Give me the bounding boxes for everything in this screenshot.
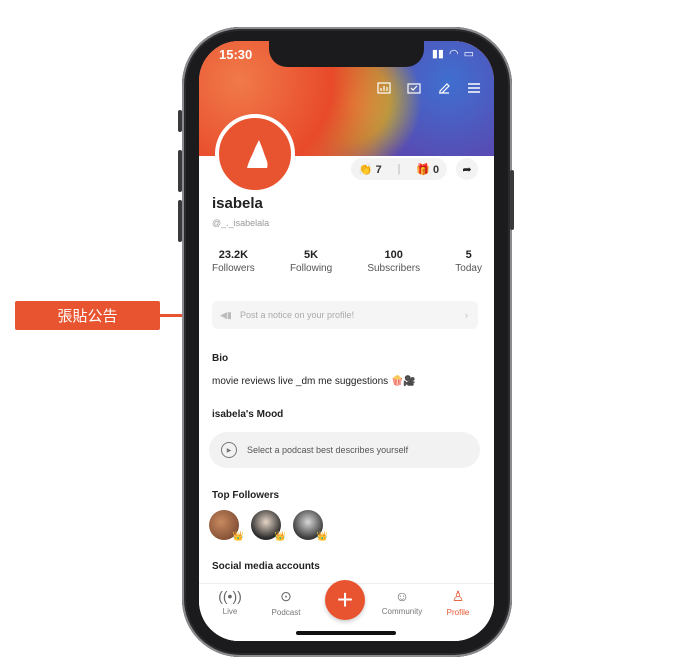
- follower-avatar[interactable]: 👑: [251, 510, 286, 541]
- avatar[interactable]: [215, 114, 295, 194]
- mood-title: isabela's Mood: [212, 409, 284, 420]
- tab-label: Live: [222, 607, 238, 616]
- live-icon: ((•)): [218, 588, 242, 604]
- tab-profile[interactable]: ♙ Profile: [433, 588, 483, 617]
- stat-following[interactable]: 5K Following: [290, 249, 332, 274]
- tab-live[interactable]: ((•)) Live: [205, 588, 255, 616]
- tab-label: Podcast: [271, 608, 301, 617]
- home-indicator: [296, 631, 396, 635]
- tab-label: Profile: [446, 608, 470, 617]
- stats-row: 23.2K Followers 5K Following 100 Subscriber…: [212, 249, 482, 274]
- stat-followers[interactable]: 23.2K Followers: [212, 249, 255, 274]
- stat-label: Subscribers: [367, 263, 421, 274]
- reactions-pill[interactable]: 👏 7 | 🎁 0: [351, 158, 447, 180]
- podcast-icon: ⊙: [280, 588, 292, 604]
- tab-podcast[interactable]: ⊙ Podcast: [261, 588, 311, 617]
- status-time: 15:30: [219, 47, 253, 62]
- stat-value: 5K: [304, 249, 319, 261]
- header-actions: [376, 81, 482, 95]
- play-icon: ▶: [221, 442, 237, 458]
- callout-label: 張貼公告: [15, 301, 160, 330]
- menu-icon[interactable]: [466, 81, 482, 95]
- tab-community[interactable]: ☺ Community: [377, 588, 427, 616]
- gift-count: 🎁 0: [416, 163, 439, 176]
- plus-icon: +: [336, 584, 354, 615]
- avatar-logo-icon: [247, 140, 268, 168]
- callout-text: 張貼公告: [57, 308, 118, 325]
- crown-icon: 👑: [316, 531, 328, 541]
- bio-title: Bio: [212, 353, 229, 364]
- profile-handle: @_._isabelala: [212, 218, 270, 228]
- like-count: 👏 7: [358, 163, 382, 176]
- calendar-icon[interactable]: [406, 81, 422, 95]
- mood-selector[interactable]: ▶ Select a podcast best describes yourse…: [209, 432, 480, 468]
- chevron-right-icon: ›: [465, 310, 468, 320]
- gift-value: 0: [432, 163, 440, 176]
- status-icons: ▮▮ ◠ ▭: [432, 47, 474, 60]
- app-screen: 15:30 ▮▮ ◠ ▭ 👏 7 | 🎁 0 ➦ isabela @_._isa…: [199, 41, 494, 641]
- share-button[interactable]: ➦: [456, 158, 478, 180]
- follower-avatar[interactable]: 👑: [293, 510, 328, 541]
- stat-label: Following: [289, 263, 333, 274]
- divider: |: [397, 163, 401, 175]
- notch: [269, 41, 424, 67]
- community-icon: ☺: [394, 588, 410, 604]
- stat-label: Followers: [212, 263, 255, 274]
- crown-icon: 👑: [232, 531, 244, 541]
- megaphone-icon: ◀▮: [220, 309, 232, 320]
- wifi-icon: ◠: [448, 48, 459, 60]
- tab-label: Community: [381, 607, 423, 616]
- stat-label: Today: [455, 263, 482, 274]
- like-value: 7: [375, 163, 382, 176]
- profile-icon: ♙: [451, 588, 465, 604]
- gift-icon: 🎁: [416, 163, 430, 176]
- crown-icon: 👑: [274, 531, 286, 541]
- signal-icon: ▮▮: [431, 48, 444, 60]
- stat-value: 23.2K: [218, 249, 249, 261]
- stat-value: 5: [465, 249, 472, 261]
- phone-button: [178, 150, 182, 192]
- stat-value: 100: [384, 249, 403, 261]
- bio-text: movie reviews live _dm me suggestions 🍿🎥: [212, 376, 416, 387]
- notice-input[interactable]: ◀▮ Post a notice on your profile! ›: [212, 301, 478, 329]
- stat-subscribers[interactable]: 100 Subscribers: [367, 249, 420, 274]
- create-button[interactable]: +: [325, 580, 365, 620]
- phone-button: [178, 110, 182, 132]
- phone-button: [178, 200, 182, 242]
- phone-button: [510, 170, 514, 230]
- stat-today[interactable]: 5 Today: [455, 249, 482, 274]
- share-icon: ➦: [462, 163, 472, 176]
- notice-placeholder: Post a notice on your profile!: [240, 310, 355, 320]
- profile-name: isabela: [212, 195, 263, 212]
- top-followers-list: 👑 👑 👑: [209, 510, 328, 541]
- edit-icon[interactable]: [436, 81, 452, 95]
- follower-avatar[interactable]: 👑: [209, 510, 244, 541]
- mood-prompt: Select a podcast best describes yourself: [247, 445, 409, 455]
- social-title: Social media accounts: [212, 561, 320, 572]
- battery-icon: ▭: [463, 48, 474, 60]
- stats-icon[interactable]: [376, 81, 392, 95]
- top-followers-title: Top Followers: [212, 490, 280, 501]
